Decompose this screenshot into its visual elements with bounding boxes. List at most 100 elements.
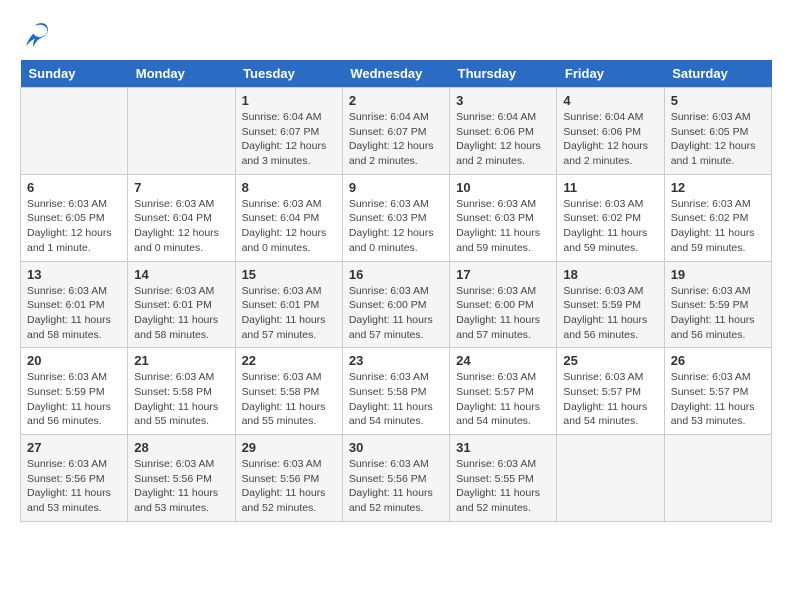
weekday-header-friday: Friday [557, 60, 664, 88]
calendar-cell: 31 Sunrise: 6:03 AM Sunset: 5:55 PM Dayli… [450, 435, 557, 522]
day-number: 23 [349, 353, 443, 368]
day-number: 25 [563, 353, 657, 368]
day-info: Sunrise: 6:03 AM Sunset: 5:58 PM Dayligh… [349, 370, 443, 429]
weekday-header-monday: Monday [128, 60, 235, 88]
day-info: Sunrise: 6:03 AM Sunset: 5:57 PM Dayligh… [456, 370, 550, 429]
calendar-cell: 23 Sunrise: 6:03 AM Sunset: 5:58 PM Dayli… [342, 348, 449, 435]
day-number: 9 [349, 180, 443, 195]
calendar-cell: 30 Sunrise: 6:03 AM Sunset: 5:56 PM Dayli… [342, 435, 449, 522]
day-info: Sunrise: 6:03 AM Sunset: 5:56 PM Dayligh… [242, 457, 336, 516]
day-number: 15 [242, 267, 336, 282]
day-number: 17 [456, 267, 550, 282]
day-number: 3 [456, 93, 550, 108]
calendar-cell: 18 Sunrise: 6:03 AM Sunset: 5:59 PM Dayli… [557, 261, 664, 348]
calendar-cell: 17 Sunrise: 6:03 AM Sunset: 6:00 PM Dayli… [450, 261, 557, 348]
calendar-cell [21, 88, 128, 175]
day-info: Sunrise: 6:03 AM Sunset: 6:00 PM Dayligh… [349, 284, 443, 343]
calendar-cell: 16 Sunrise: 6:03 AM Sunset: 6:00 PM Dayli… [342, 261, 449, 348]
calendar-cell [128, 88, 235, 175]
calendar-cell: 29 Sunrise: 6:03 AM Sunset: 5:56 PM Dayli… [235, 435, 342, 522]
day-number: 16 [349, 267, 443, 282]
day-info: Sunrise: 6:03 AM Sunset: 5:56 PM Dayligh… [349, 457, 443, 516]
logo-icon [20, 20, 50, 50]
day-number: 24 [456, 353, 550, 368]
day-number: 2 [349, 93, 443, 108]
calendar-cell: 25 Sunrise: 6:03 AM Sunset: 5:57 PM Dayli… [557, 348, 664, 435]
day-info: Sunrise: 6:04 AM Sunset: 6:06 PM Dayligh… [563, 110, 657, 169]
calendar-cell: 14 Sunrise: 6:03 AM Sunset: 6:01 PM Dayli… [128, 261, 235, 348]
calendar-cell: 1Sunrise: 6:04 AM Sunset: 6:07 PM Daylig… [235, 88, 342, 175]
day-number: 21 [134, 353, 228, 368]
calendar-cell: 13Sunrise: 6:03 AM Sunset: 6:01 PM Dayli… [21, 261, 128, 348]
calendar-week-row: 20Sunrise: 6:03 AM Sunset: 5:59 PM Dayli… [21, 348, 772, 435]
calendar-cell: 6 Sunrise: 6:03 AM Sunset: 6:05 PM Daylig… [21, 174, 128, 261]
calendar-cell: 19 Sunrise: 6:03 AM Sunset: 5:59 PM Dayli… [664, 261, 771, 348]
calendar-cell [557, 435, 664, 522]
calendar-cell: 7Sunrise: 6:03 AM Sunset: 6:04 PM Daylig… [128, 174, 235, 261]
day-info: Sunrise: 6:03 AM Sunset: 6:05 PM Dayligh… [27, 197, 121, 256]
day-info: Sunrise: 6:03 AM Sunset: 5:59 PM Dayligh… [563, 284, 657, 343]
weekday-header-row: SundayMondayTuesdayWednesdayThursdayFrid… [21, 60, 772, 88]
day-info: Sunrise: 6:03 AM Sunset: 6:04 PM Dayligh… [242, 197, 336, 256]
day-number: 26 [671, 353, 765, 368]
calendar-week-row: 6 Sunrise: 6:03 AM Sunset: 6:05 PM Daylig… [21, 174, 772, 261]
day-info: Sunrise: 6:03 AM Sunset: 6:01 PM Dayligh… [242, 284, 336, 343]
day-number: 22 [242, 353, 336, 368]
day-number: 28 [134, 440, 228, 455]
day-info: Sunrise: 6:03 AM Sunset: 6:01 PM Dayligh… [134, 284, 228, 343]
logo [20, 20, 54, 50]
day-info: Sunrise: 6:03 AM Sunset: 5:58 PM Dayligh… [134, 370, 228, 429]
calendar-cell: 4 Sunrise: 6:04 AM Sunset: 6:06 PM Daylig… [557, 88, 664, 175]
calendar-cell: 5 Sunrise: 6:03 AM Sunset: 6:05 PM Daylig… [664, 88, 771, 175]
calendar-week-row: 13Sunrise: 6:03 AM Sunset: 6:01 PM Dayli… [21, 261, 772, 348]
calendar-cell: 3Sunrise: 6:04 AM Sunset: 6:06 PM Daylig… [450, 88, 557, 175]
day-info: Sunrise: 6:03 AM Sunset: 5:59 PM Dayligh… [27, 370, 121, 429]
day-number: 30 [349, 440, 443, 455]
day-info: Sunrise: 6:04 AM Sunset: 6:07 PM Dayligh… [349, 110, 443, 169]
calendar-cell: 12Sunrise: 6:03 AM Sunset: 6:02 PM Dayli… [664, 174, 771, 261]
calendar-cell: 22 Sunrise: 6:03 AM Sunset: 5:58 PM Dayli… [235, 348, 342, 435]
day-number: 1 [242, 93, 336, 108]
day-info: Sunrise: 6:03 AM Sunset: 5:56 PM Dayligh… [27, 457, 121, 516]
day-number: 18 [563, 267, 657, 282]
day-number: 6 [27, 180, 121, 195]
calendar-cell: 2 Sunrise: 6:04 AM Sunset: 6:07 PM Daylig… [342, 88, 449, 175]
calendar-cell: 21 Sunrise: 6:03 AM Sunset: 5:58 PM Dayli… [128, 348, 235, 435]
day-info: Sunrise: 6:03 AM Sunset: 5:57 PM Dayligh… [671, 370, 765, 429]
calendar-table: SundayMondayTuesdayWednesdayThursdayFrid… [20, 60, 772, 522]
day-number: 11 [563, 180, 657, 195]
calendar-week-row: 27 Sunrise: 6:03 AM Sunset: 5:56 PM Dayli… [21, 435, 772, 522]
day-number: 7 [134, 180, 228, 195]
calendar-cell: 9 Sunrise: 6:03 AM Sunset: 6:03 PM Daylig… [342, 174, 449, 261]
day-info: Sunrise: 6:03 AM Sunset: 5:58 PM Dayligh… [242, 370, 336, 429]
day-info: Sunrise: 6:03 AM Sunset: 5:56 PM Dayligh… [134, 457, 228, 516]
day-number: 29 [242, 440, 336, 455]
day-number: 27 [27, 440, 121, 455]
weekday-header-thursday: Thursday [450, 60, 557, 88]
day-info: Sunrise: 6:03 AM Sunset: 6:03 PM Dayligh… [456, 197, 550, 256]
day-number: 19 [671, 267, 765, 282]
day-number: 12 [671, 180, 765, 195]
calendar-cell: 10Sunrise: 6:03 AM Sunset: 6:03 PM Dayli… [450, 174, 557, 261]
day-info: Sunrise: 6:03 AM Sunset: 5:55 PM Dayligh… [456, 457, 550, 516]
weekday-header-tuesday: Tuesday [235, 60, 342, 88]
calendar-cell [664, 435, 771, 522]
calendar-cell: 24 Sunrise: 6:03 AM Sunset: 5:57 PM Dayli… [450, 348, 557, 435]
day-number: 5 [671, 93, 765, 108]
day-number: 4 [563, 93, 657, 108]
page-header [20, 20, 772, 50]
day-info: Sunrise: 6:03 AM Sunset: 5:59 PM Dayligh… [671, 284, 765, 343]
calendar-cell: 15 Sunrise: 6:03 AM Sunset: 6:01 PM Dayli… [235, 261, 342, 348]
day-info: Sunrise: 6:03 AM Sunset: 6:00 PM Dayligh… [456, 284, 550, 343]
day-info: Sunrise: 6:03 AM Sunset: 6:05 PM Dayligh… [671, 110, 765, 169]
calendar-cell: 8 Sunrise: 6:03 AM Sunset: 6:04 PM Daylig… [235, 174, 342, 261]
day-info: Sunrise: 6:03 AM Sunset: 5:57 PM Dayligh… [563, 370, 657, 429]
day-number: 8 [242, 180, 336, 195]
calendar-cell: 11Sunrise: 6:03 AM Sunset: 6:02 PM Dayli… [557, 174, 664, 261]
day-number: 14 [134, 267, 228, 282]
calendar-cell: 27 Sunrise: 6:03 AM Sunset: 5:56 PM Dayli… [21, 435, 128, 522]
calendar-cell: 28 Sunrise: 6:03 AM Sunset: 5:56 PM Dayli… [128, 435, 235, 522]
weekday-header-sunday: Sunday [21, 60, 128, 88]
day-number: 31 [456, 440, 550, 455]
day-info: Sunrise: 6:03 AM Sunset: 6:03 PM Dayligh… [349, 197, 443, 256]
